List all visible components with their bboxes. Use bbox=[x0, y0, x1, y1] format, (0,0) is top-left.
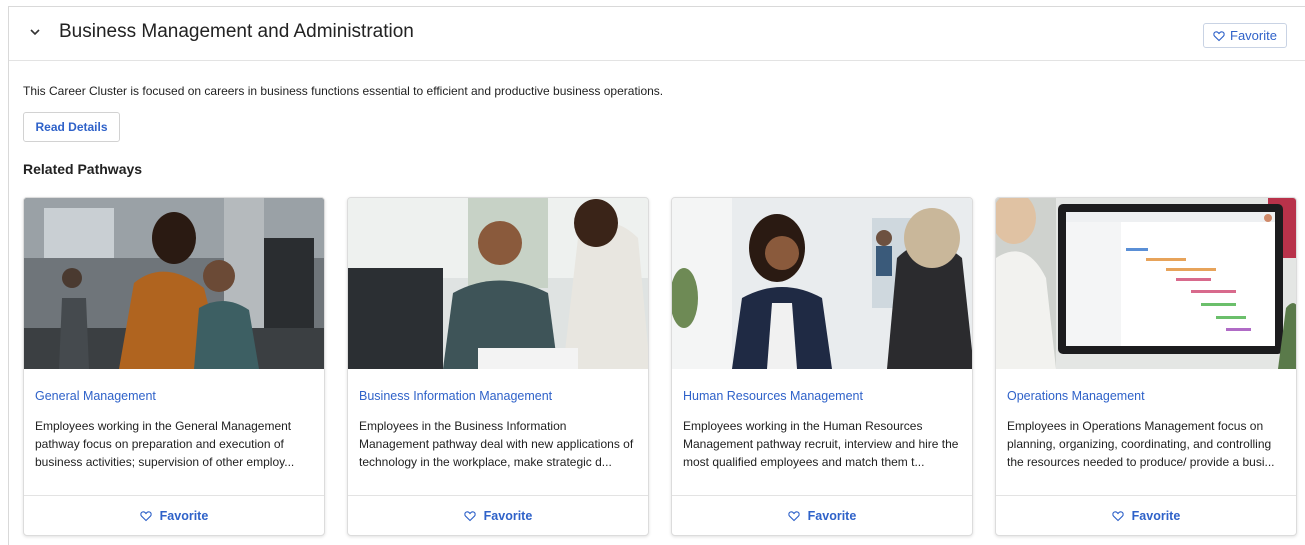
career-cluster-panel: Business Management and Administration F… bbox=[8, 6, 1305, 545]
pathway-card-general-management[interactable]: General Management Employees working in … bbox=[23, 197, 325, 536]
pathway-description: Employees in Operations Management focus… bbox=[1007, 419, 1275, 469]
pathway-favorite-button[interactable]: Favorite bbox=[672, 495, 972, 535]
related-pathways-heading: Related Pathways bbox=[23, 161, 143, 177]
pathway-favorite-button[interactable]: Favorite bbox=[996, 495, 1296, 535]
chevron-down-icon[interactable] bbox=[27, 24, 43, 40]
pathway-description: Employees working in the Human Resources… bbox=[683, 419, 959, 469]
favorite-label: Favorite bbox=[1131, 508, 1181, 523]
favorite-label: Favorite bbox=[807, 508, 857, 523]
pathway-favorite-button[interactable]: Favorite bbox=[24, 495, 324, 535]
pathway-card-business-information-management[interactable]: Business Information Management Employee… bbox=[347, 197, 649, 536]
pathway-description: Employees in the Business Information Ma… bbox=[359, 419, 634, 469]
pathway-image bbox=[348, 198, 648, 369]
heart-icon bbox=[139, 510, 152, 521]
heart-icon bbox=[1111, 510, 1124, 521]
favorite-label: Favorite bbox=[1230, 28, 1277, 43]
pathway-image bbox=[24, 198, 324, 369]
cluster-description: This Career Cluster is focused on career… bbox=[23, 84, 664, 98]
pathway-card-operations-management[interactable]: Operations Management Employees in Opera… bbox=[995, 197, 1297, 536]
heart-icon bbox=[787, 510, 800, 521]
pathway-favorite-button[interactable]: Favorite bbox=[348, 495, 648, 535]
pathway-image bbox=[672, 198, 972, 369]
read-details-button[interactable]: Read Details bbox=[23, 112, 120, 142]
favorite-label: Favorite bbox=[483, 508, 533, 523]
cluster-header[interactable]: Business Management and Administration F… bbox=[9, 7, 1305, 61]
pathway-title[interactable]: Human Resources Management bbox=[683, 389, 863, 403]
favorite-label: Favorite bbox=[159, 508, 209, 523]
pathway-image bbox=[996, 198, 1296, 369]
favorite-button[interactable]: Favorite bbox=[1203, 23, 1287, 48]
heart-icon bbox=[1213, 30, 1225, 41]
cluster-title: Business Management and Administration bbox=[59, 21, 414, 42]
pathway-title[interactable]: Operations Management bbox=[1007, 389, 1145, 403]
pathway-title[interactable]: General Management bbox=[35, 389, 156, 403]
pathway-title[interactable]: Business Information Management bbox=[359, 389, 552, 403]
heart-icon bbox=[463, 510, 476, 521]
pathway-description: Employees working in the General Managem… bbox=[35, 419, 295, 469]
pathway-card-human-resources-management[interactable]: Human Resources Management Employees wor… bbox=[671, 197, 973, 536]
